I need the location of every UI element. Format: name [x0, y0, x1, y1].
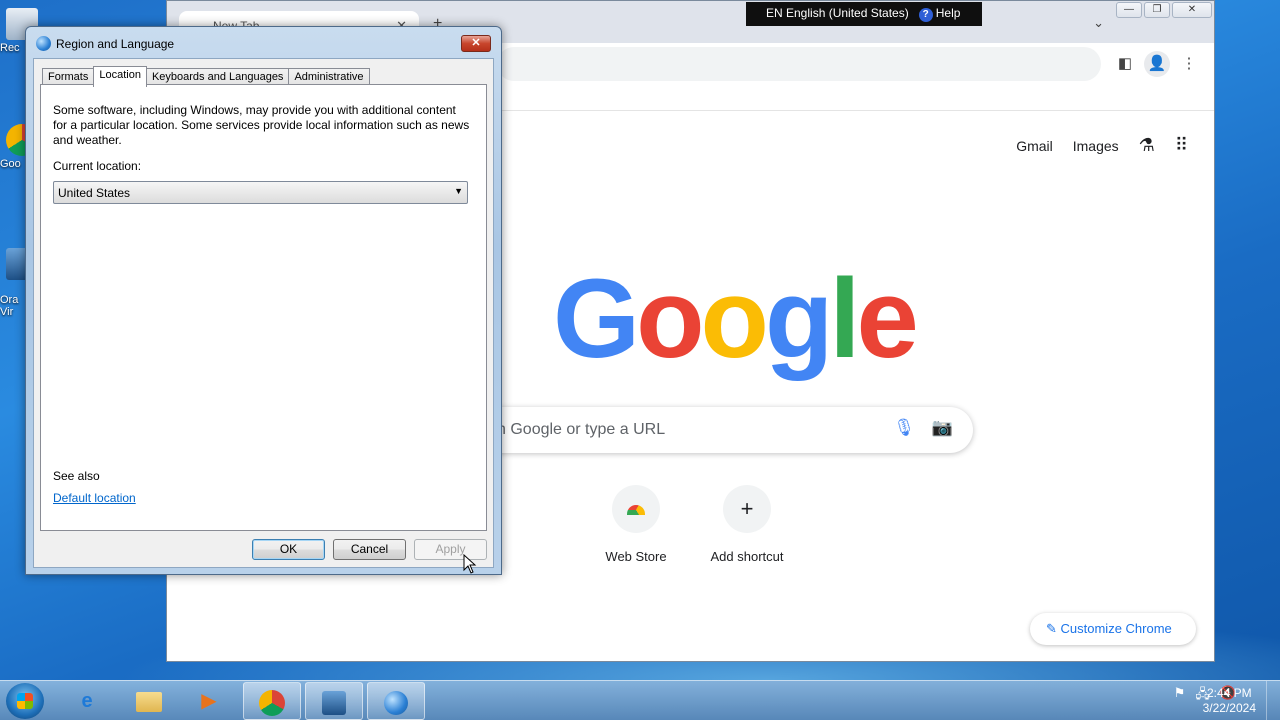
more-menu-icon[interactable]: ⋮ — [1176, 51, 1202, 77]
clock-date: 3/22/2024 — [1202, 701, 1256, 715]
search-placeholder: h Google or type a URL — [497, 421, 666, 438]
location-panel: Some software, including Windows, may pr… — [40, 84, 487, 531]
language-bar: EN English (United States) ? Help — [746, 2, 982, 26]
shortcut-add[interactable]: + Add shortcut — [687, 485, 807, 564]
customize-label: Customize Chrome — [1060, 621, 1172, 636]
taskbar-region-language[interactable] — [367, 682, 425, 720]
dialog-close-button[interactable]: ✕ — [461, 35, 491, 52]
tab-location[interactable]: Location — [93, 66, 147, 87]
dialog-body: Formats Location Keyboards and Languages… — [33, 58, 494, 568]
shortcut-label: Web Store — [605, 549, 667, 564]
google-search-box[interactable]: h Google or type a URL 🎙 📷 — [457, 407, 973, 453]
dialog-tabs: Formats Location Keyboards and Languages… — [42, 66, 370, 87]
current-location-label: Current location: — [53, 159, 142, 173]
globe-icon — [384, 690, 408, 715]
maximize-button[interactable]: ❐ — [1144, 2, 1170, 18]
internet-explorer-icon: e — [81, 690, 93, 712]
see-also-label: See also — [53, 469, 100, 483]
default-location-link[interactable]: Default location — [53, 491, 136, 505]
clock-time: 2:44 PM — [1206, 686, 1252, 700]
shortcut-label: Add shortcut — [710, 549, 784, 564]
close-window-button[interactable]: ✕ — [1172, 2, 1212, 18]
taskbar-explorer[interactable] — [120, 682, 178, 720]
help-label: Help — [935, 6, 961, 20]
plus-icon: + — [723, 485, 771, 533]
apps-grid-icon[interactable]: ⠿ — [1175, 135, 1188, 156]
location-description: Some software, including Windows, may pr… — [53, 103, 470, 147]
window-controls: — ❐ ✕ — [1116, 2, 1212, 18]
customize-chrome-button[interactable]: ✎ Customize Chrome — [1030, 613, 1196, 645]
dropdown-arrow-icon: ▼ — [454, 186, 463, 196]
mouse-cursor-icon — [463, 554, 477, 574]
minimize-button[interactable]: — — [1116, 2, 1142, 18]
action-center-flag-icon[interactable]: ⚑ — [1174, 685, 1186, 707]
ok-button[interactable]: OK — [252, 539, 325, 560]
gmail-link[interactable]: Gmail — [1016, 138, 1053, 154]
media-player-icon: ▶ — [201, 690, 217, 712]
virtualbox-icon — [322, 690, 346, 715]
pencil-icon: ✎ — [1046, 621, 1061, 636]
current-location-value: United States — [58, 186, 131, 200]
desktop-icon-label: Rec — [0, 42, 20, 54]
microphone-icon[interactable]: 🎙 — [893, 418, 915, 438]
dialog-title: Region and Language — [56, 37, 175, 51]
start-button[interactable] — [6, 683, 44, 719]
omnibox[interactable] — [497, 47, 1101, 81]
taskbar-chrome[interactable] — [243, 682, 301, 720]
camera-search-icon[interactable]: 📷 — [932, 418, 953, 438]
current-location-select[interactable]: United States ▼ — [53, 181, 468, 204]
folder-icon — [136, 691, 162, 712]
profile-avatar-icon[interactable]: 👤 — [1144, 51, 1170, 77]
side-panel-icon[interactable]: ◧ — [1112, 51, 1138, 77]
taskbar-clock[interactable]: 2:44 PM 3/22/2024 — [1203, 686, 1256, 716]
language-indicator[interactable]: EN English (United States) — [766, 6, 909, 26]
google-logo: Google — [553, 256, 919, 381]
region-language-dialog: Region and Language ✕ Formats Location K… — [25, 26, 502, 575]
windows-logo-icon — [17, 693, 33, 709]
show-desktop-button[interactable] — [1266, 681, 1280, 720]
desktop-icon-label: Goo — [0, 158, 21, 170]
taskbar-virtualbox[interactable] — [305, 682, 363, 720]
chevron-down-icon[interactable]: ⌄ — [1093, 15, 1104, 31]
chrome-icon — [259, 689, 285, 716]
language-help-button[interactable]: ? Help — [918, 6, 961, 26]
desktop-icon-label: Ora Vir — [0, 294, 19, 318]
web-store-icon — [612, 485, 660, 533]
taskbar-internet-explorer[interactable]: e — [58, 682, 116, 720]
taskbar: e ▶ ⚑ 🖧 🔇 2:44 PM 3/22/2024 — [0, 680, 1280, 720]
globe-icon — [36, 36, 51, 51]
google-top-links: Gmail Images ⚗ ⠿ — [1016, 135, 1188, 156]
images-link[interactable]: Images — [1073, 138, 1119, 154]
taskbar-media-player[interactable]: ▶ — [180, 682, 238, 720]
shortcut-web-store[interactable]: Web Store — [576, 485, 696, 564]
cancel-button[interactable]: Cancel — [333, 539, 406, 560]
help-icon: ? — [918, 8, 933, 22]
labs-icon[interactable]: ⚗ — [1139, 135, 1155, 156]
